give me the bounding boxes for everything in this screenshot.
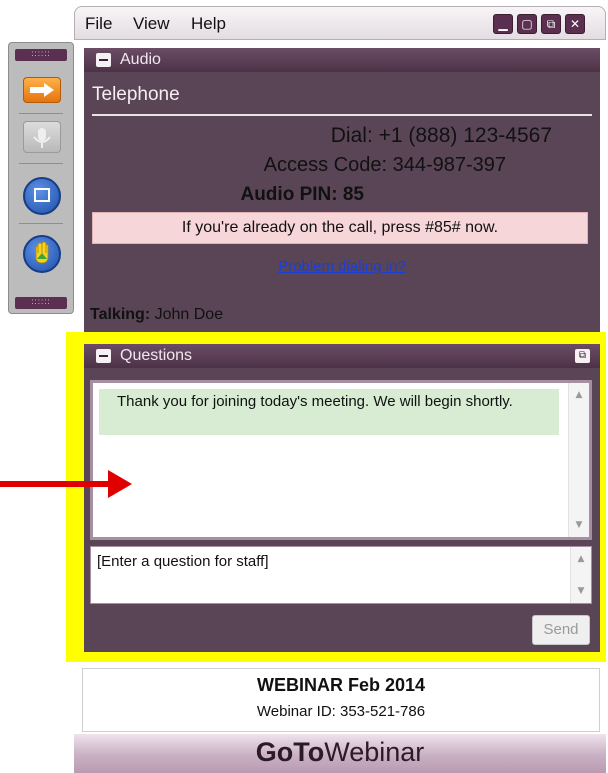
- audio-pin: Audio PIN: 85: [240, 184, 364, 205]
- problem-dialing-link[interactable]: Problem dialing in?: [84, 258, 600, 275]
- toolbar-grip-top[interactable]: ::::::: [15, 49, 67, 61]
- annotation-arrow-shaft: [0, 481, 112, 487]
- mute-microphone-button[interactable]: [23, 121, 61, 153]
- webinar-id: Webinar ID: 353-521-786: [256, 703, 426, 720]
- access-code: Access Code: 344-987-397: [263, 154, 506, 176]
- logo-part-webinar: Webinar: [324, 737, 425, 767]
- audio-panel: Audio Telephone Dial: +1 (888) 123-4567 …: [84, 48, 600, 332]
- scroll-down-icon[interactable]: ▼: [573, 519, 585, 531]
- audio-panel-header: Audio: [84, 48, 600, 72]
- toolbar-separator: [19, 113, 63, 114]
- log-message: Thank you for joining today's meeting. W…: [99, 389, 559, 435]
- raise-hand-button[interactable]: [23, 235, 61, 273]
- menu-view[interactable]: View: [133, 14, 170, 34]
- popout-icon[interactable]: ⧉: [575, 349, 590, 363]
- talking-name: John Doe: [154, 306, 224, 323]
- show-hide-control-panel-button[interactable]: [23, 77, 61, 103]
- webinar-title: WEBINAR Feb 2014: [256, 675, 426, 695]
- show-screen-button[interactable]: [23, 177, 61, 215]
- toolbar-grip-bottom[interactable]: ::::::: [15, 297, 67, 309]
- side-toolbar: :::::: ::::::: [8, 42, 74, 314]
- raise-hand-icon: [35, 241, 49, 264]
- log-scrollbar[interactable]: ▲ ▼: [568, 383, 589, 537]
- annotation-arrow-icon: [108, 470, 132, 498]
- collapse-icon[interactable]: [96, 53, 111, 67]
- talking-indicator: Talking: John Doe: [90, 306, 223, 324]
- menu-help[interactable]: Help: [191, 14, 226, 34]
- input-scrollbar[interactable]: ▲ ▼: [570, 547, 591, 603]
- telephone-option[interactable]: Telephone: [92, 84, 180, 106]
- questions-panel-header: Questions ⧉: [84, 344, 600, 368]
- audio-panel-title: Audio: [120, 51, 161, 68]
- divider: [92, 114, 592, 116]
- send-button[interactable]: Send: [532, 615, 590, 645]
- minimize-icon[interactable]: ▁: [493, 14, 513, 34]
- dial-number: Dial: +1 (888) 123-4567: [330, 124, 552, 147]
- screen-icon: [34, 188, 50, 202]
- questions-panel-title: Questions: [120, 347, 193, 364]
- menu-bar: File View Help ▁ ▢ ⧉ ✕: [74, 6, 606, 40]
- questions-panel: Questions ⧉ Thank you for joining today'…: [84, 344, 600, 652]
- question-input[interactable]: [Enter a question for staff] ▲ ▼: [90, 546, 592, 604]
- close-icon[interactable]: ✕: [565, 14, 585, 34]
- gotowebinar-logo: GoToWebinar: [74, 737, 606, 768]
- scroll-up-icon[interactable]: ▲: [575, 553, 587, 565]
- questions-log: Thank you for joining today's meeting. W…: [90, 380, 592, 540]
- pin-notice: If you're already on the call, press #85…: [92, 212, 588, 244]
- talking-label: Talking:: [90, 306, 151, 323]
- toolbar-separator: [19, 223, 63, 224]
- toolbar-separator: [19, 163, 63, 164]
- restore-icon[interactable]: ⧉: [541, 14, 561, 34]
- menu-file[interactable]: File: [85, 14, 112, 34]
- question-input-placeholder: [Enter a question for staff]: [97, 553, 269, 570]
- maximize-icon[interactable]: ▢: [517, 14, 537, 34]
- logo-part-goto: GoTo: [255, 737, 325, 767]
- arrow-icon: [30, 83, 54, 97]
- webinar-info: WEBINAR Feb 2014 Webinar ID: 353-521-786: [82, 668, 600, 732]
- microphone-icon: [33, 128, 51, 148]
- brand-footer: GoToWebinar: [74, 734, 606, 773]
- collapse-icon[interactable]: [96, 349, 111, 363]
- scroll-up-icon[interactable]: ▲: [573, 389, 585, 401]
- scroll-down-icon[interactable]: ▼: [575, 585, 587, 597]
